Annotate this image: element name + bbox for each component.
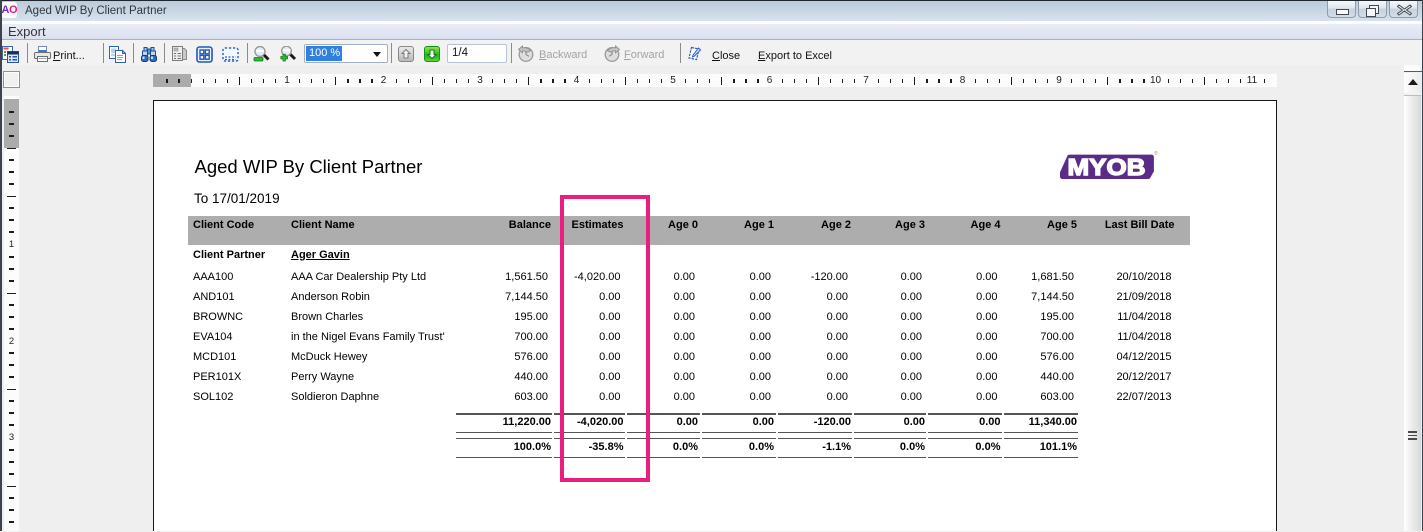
svg-text:MYOB: MYOB: [1068, 154, 1146, 180]
svg-text:®: ®: [1154, 150, 1158, 157]
